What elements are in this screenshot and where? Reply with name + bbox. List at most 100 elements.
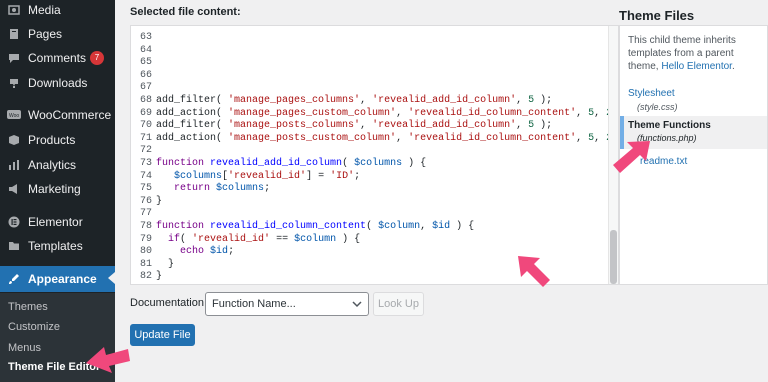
arrow-pointer-icon [86,347,130,373]
line-number: 80 [139,246,152,258]
woocommerce-icon: Woo [7,108,21,122]
menu-label: Media [28,3,61,17]
menu-item-templates[interactable]: Templates [0,234,115,258]
look-up-button[interactable]: Look Up [373,292,424,316]
function-name-select[interactable]: Function Name... [205,292,369,316]
code-line: 64 [131,44,156,57]
admin-sidebar: Media Pages Comments 7 Downloads Woo Woo… [0,0,115,382]
line-number: 72 [139,145,152,157]
submenu-customize[interactable]: Customize [8,321,60,333]
menu-item-woocommerce[interactable]: Woo WooCommerce [0,103,115,127]
menu-label: Pages [28,27,63,41]
file-stylesheet[interactable]: Stylesheet [628,88,675,99]
menu-label: Elementor [28,215,83,229]
products-icon [7,133,21,147]
arrow-pointer-icon [613,141,650,173]
media-icon [7,3,21,17]
documentation-label: Documentation: [130,297,208,309]
elementor-icon [7,215,21,229]
code-line: 72 [131,144,156,157]
menu-label: Downloads [28,76,88,90]
code-line: 65 [131,56,156,69]
code-line: 81 } [131,258,174,271]
arrow-pointer-icon [518,256,550,287]
line-code: if( 'revealid_id' == $column ) { [168,233,361,245]
code-line: 74 $columns['revealid_id'] = 'ID'; [131,170,360,183]
line-number: 75 [139,183,152,195]
menu-item-pages[interactable]: Pages [0,22,115,46]
menu-item-downloads[interactable]: Downloads [0,71,115,95]
line-number: 82 [139,271,152,283]
line-number: 63 [139,32,152,43]
line-number: 76 [139,195,152,207]
line-code: add_filter( 'manage_posts_columns', 'rev… [156,120,553,132]
downloads-icon [7,76,21,90]
menu-item-elementor[interactable]: Elementor [0,210,115,234]
line-code: return $columns; [174,183,271,195]
line-number: 65 [139,57,152,69]
line-code: function revealid_add_id_column( $column… [156,158,427,169]
line-number: 79 [139,233,152,245]
code-line: 80 echo $id; [131,245,234,258]
code-line: 71 add_action( 'manage_posts_custom_colum… [131,132,618,145]
menu-item-marketing[interactable]: Marketing [0,177,115,201]
submenu-themes[interactable]: Themes [8,301,48,313]
code-line: 66 [131,69,156,82]
line-code: echo $id; [180,246,235,258]
line-code: $columns['revealid_id'] = 'ID'; [174,170,361,182]
menu-label: WooCommerce [28,108,112,122]
comments-count-badge: 7 [90,51,105,65]
line-number: 67 [139,82,152,94]
editor-scrollbar-thumb[interactable] [610,230,617,284]
marketing-icon [7,182,21,196]
line-code: } [156,258,175,270]
pages-icon [7,27,21,41]
code-line: 82} [131,270,162,283]
code-line: 68 add_filter( 'manage_pages_columns', 'r… [131,94,552,107]
menu-label: Marketing [28,182,81,196]
line-number: 78 [139,221,152,232]
menu-label: Analytics [28,158,77,172]
menu-label: Templates [28,239,83,253]
theme-files-description: This child theme inherits templates from… [628,34,758,73]
line-number: 73 [139,158,152,169]
line-number: 69 [139,107,152,119]
comments-icon [7,51,21,65]
line-code: } [156,271,163,283]
line-code: function revealid_id_column_content( $co… [156,221,475,232]
line-number: 66 [139,69,152,81]
line-number: 71 [139,132,152,144]
chevron-down-icon [352,293,362,323]
update-file-button[interactable]: Update File [130,324,195,346]
code-line: 76} [131,195,162,208]
menu-label: Comments [28,51,87,65]
desc-suffix: . [731,61,735,72]
code-line: 70 add_filter( 'manage_posts_columns', 'r… [131,119,552,132]
line-code: add_filter( 'manage_pages_columns', 'rev… [156,95,553,106]
code-line: 79 if( 'revealid_id' == $column ) { [131,233,360,246]
line-number: 77 [139,208,152,220]
menu-item-comments[interactable]: Comments 7 [0,46,115,70]
menu-item-media[interactable]: Media [0,0,115,22]
file-theme-functions-label: Theme Functions [628,120,711,131]
code-line: 67 [131,81,156,94]
menu-item-products[interactable]: Products [0,128,115,152]
code-line: 77 [131,207,156,220]
appearance-icon [7,272,21,286]
theme-files-title: Theme Files [619,8,695,23]
submenu-menus[interactable]: Menus [8,342,41,354]
code-line: 75 return $columns; [131,182,270,195]
line-number: 74 [139,170,152,182]
menu-item-appearance[interactable]: Appearance [0,266,115,292]
parent-theme-link[interactable]: Hello Elementor [661,61,732,72]
menu-label: Appearance [28,272,97,286]
line-number: 64 [139,44,152,56]
analytics-icon [7,158,21,172]
templates-icon [7,239,21,253]
menu-item-analytics[interactable]: Analytics [0,153,115,177]
code-editor[interactable]: 63 64 65 66 67 68 add_filter( 'manage_pages_co… [130,25,619,285]
code-line: 78 function revealid_id_column_content( $… [131,220,474,233]
function-name-select-value: Function Name... [212,298,296,310]
line-number: 81 [139,258,152,270]
line-code: add_action( 'manage_posts_custom_column'… [156,132,612,144]
